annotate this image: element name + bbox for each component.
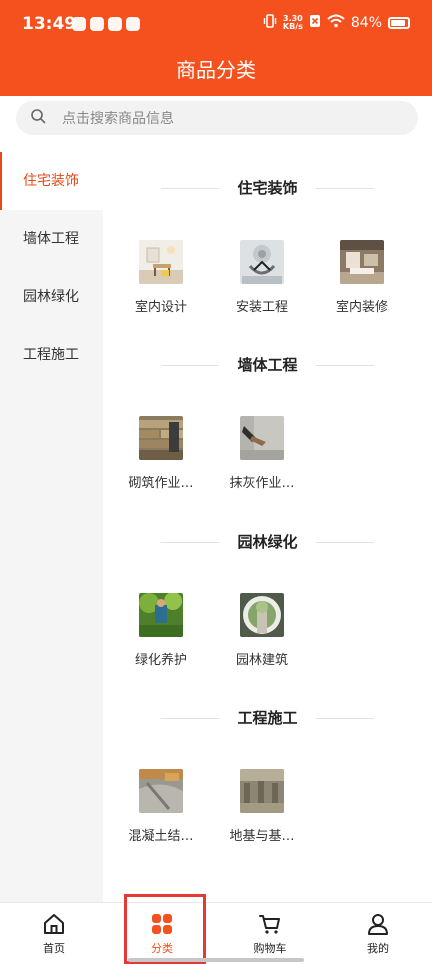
category-content: 住宅装饰 室内设计 安装工程 室内装修 墙体工程 砌筑作业… 抹灰作业… 园林绿… — [103, 152, 432, 902]
tab-home[interactable]: 首页 — [0, 903, 108, 964]
cart-icon — [216, 912, 324, 936]
section-title-text: 墙体工程 — [237, 356, 298, 374]
tiktok-icon — [90, 17, 104, 31]
divider — [316, 365, 374, 366]
product-item[interactable]: 室内设计 — [111, 240, 211, 315]
section-title: 墙体工程 — [103, 353, 432, 377]
section-title: 园林绿化 — [103, 530, 432, 554]
status-time: 13:49 — [22, 14, 77, 34]
app-store-icon — [126, 17, 140, 31]
product-name: 室内设计 — [134, 300, 187, 315]
tab-label: 我的 — [367, 942, 389, 955]
product-item[interactable]: 地基与基… — [212, 769, 312, 844]
product-name: 砌筑作业… — [128, 476, 194, 491]
status-notification-icons — [72, 17, 140, 31]
tab-label: 首页 — [43, 942, 65, 955]
sidebar-item-construction[interactable]: 工程施工 — [0, 326, 103, 384]
sidebar-item-label: 园林绿化 — [23, 289, 79, 305]
product-name: 绿化养护 — [134, 653, 187, 668]
tab-cart[interactable]: 购物车 — [216, 903, 324, 964]
section-title: 住宅装饰 — [103, 176, 432, 200]
search-input[interactable]: 点击搜索商品信息 — [16, 101, 418, 135]
divider — [316, 718, 374, 719]
product-item[interactable]: 园林建筑 — [212, 593, 312, 668]
mail-icon — [108, 17, 122, 31]
wifi-icon — [327, 14, 345, 32]
product-image — [139, 240, 183, 284]
sidebar-item-label: 墙体工程 — [23, 231, 79, 247]
tab-label: 购物车 — [253, 942, 287, 955]
sidebar-item-wall-engineering[interactable]: 墙体工程 — [0, 210, 103, 268]
home-indicator — [128, 958, 304, 962]
notification-app-icon — [72, 17, 86, 31]
product-name: 安装工程 — [235, 300, 288, 315]
product-item[interactable]: 室内装修 — [312, 240, 412, 315]
sidebar-item-label: 住宅装饰 — [23, 173, 79, 189]
product-image — [240, 593, 284, 637]
highlight-box — [124, 894, 206, 964]
product-item[interactable]: 抹灰作业… — [212, 416, 312, 491]
product-image — [139, 593, 183, 637]
section-title-text: 园林绿化 — [237, 533, 298, 551]
product-image — [340, 240, 384, 284]
bottom-tab-bar: 首页 分类 购物车 我的 — [0, 902, 432, 964]
page-title-bar: 商品分类 — [0, 48, 432, 96]
product-name: 地基与基… — [229, 829, 295, 844]
search-area: 点击搜索商品信息 — [0, 96, 432, 152]
product-image — [139, 769, 183, 813]
product-name: 室内装修 — [335, 300, 388, 315]
product-image — [240, 416, 284, 460]
divider — [316, 542, 374, 543]
network-speed-unit: KB/s — [282, 22, 303, 31]
product-image — [240, 240, 284, 284]
product-name: 混凝土结… — [128, 829, 194, 844]
battery-icon — [388, 17, 410, 29]
sidebar-item-landscaping[interactable]: 园林绿化 — [0, 268, 103, 326]
tab-mine[interactable]: 我的 — [324, 903, 432, 964]
product-item[interactable]: 砌筑作业… — [111, 416, 211, 491]
section-title-text: 工程施工 — [237, 709, 298, 727]
category-sidebar: 住宅装饰 墙体工程 园林绿化 工程施工 — [0, 152, 103, 902]
product-image — [240, 769, 284, 813]
page-title: 商品分类 — [176, 58, 256, 82]
sim-off-icon — [309, 14, 321, 32]
product-item[interactable]: 混凝土结… — [111, 769, 211, 844]
status-right: 3.30 KB/s 84% — [263, 14, 410, 32]
section-title: 工程施工 — [103, 706, 432, 730]
product-item[interactable]: 绿化养护 — [111, 593, 211, 668]
battery-percent: 84% — [350, 15, 382, 31]
search-icon — [30, 108, 46, 128]
search-placeholder: 点击搜索商品信息 — [62, 111, 174, 127]
sidebar-item-label: 工程施工 — [23, 347, 79, 363]
network-speed: 3.30 KB/s — [283, 15, 303, 31]
product-image — [139, 416, 183, 460]
product-name: 园林建筑 — [235, 653, 288, 668]
divider — [316, 188, 374, 189]
product-item[interactable]: 安装工程 — [212, 240, 312, 315]
home-icon — [0, 912, 108, 936]
sidebar-item-residential-decoration[interactable]: 住宅装饰 — [0, 152, 103, 210]
section-title-text: 住宅装饰 — [237, 179, 298, 197]
status-bar: 13:49 3.30 KB/s 84% — [0, 0, 432, 48]
vibrate-icon — [263, 14, 277, 32]
user-icon — [324, 912, 432, 936]
product-name: 抹灰作业… — [229, 476, 295, 491]
